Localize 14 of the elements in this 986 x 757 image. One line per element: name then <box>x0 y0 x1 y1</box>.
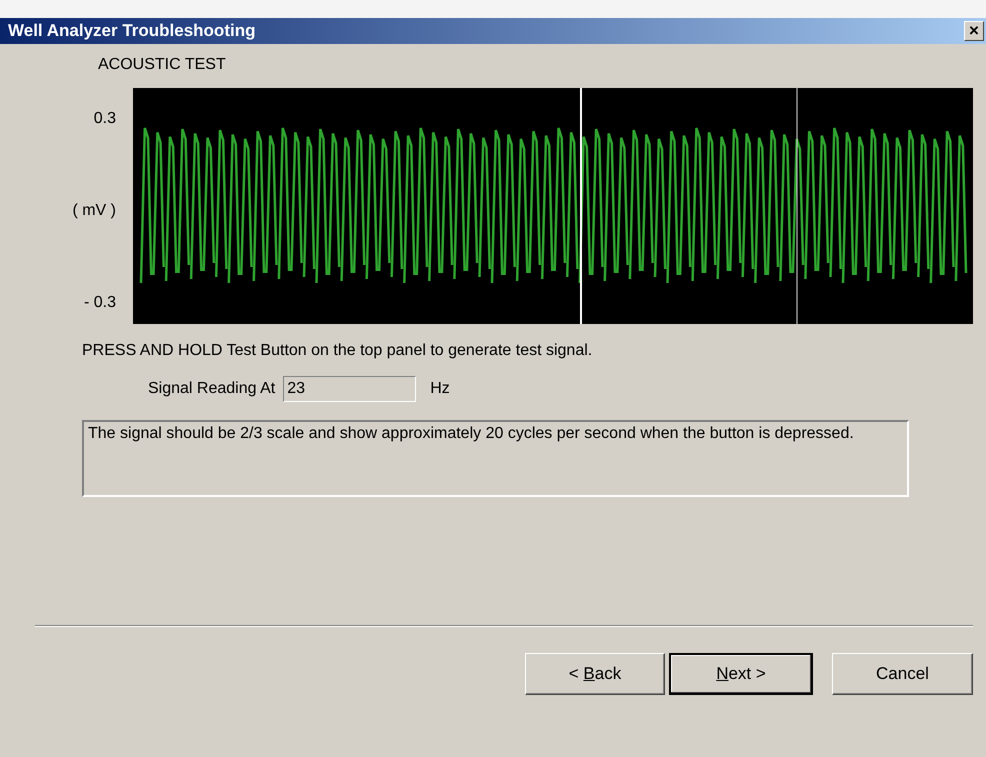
axis-label: 0.3 <box>94 110 116 128</box>
window-title: Well Analyzer Troubleshooting <box>8 21 256 41</box>
reading-field[interactable]: 23 <box>283 376 416 402</box>
axis-unit: ( mV ) <box>72 202 116 220</box>
wizard-button[interactable]: < Back <box>525 653 665 695</box>
instruction-text: PRESS AND HOLD Test Button on the top panel to generate test signal. <box>82 342 594 360</box>
unit-label: Hz <box>430 380 450 398</box>
close-button[interactable]: × <box>964 21 984 41</box>
reading-label: Signal Reading At <box>148 380 276 398</box>
section-title: ACOUSTIC TEST <box>98 56 227 74</box>
note-text: The signal should be 2/3 scale and show approximately 20 cycles per second when the button is depressed. <box>82 420 909 497</box>
wizard-button[interactable]: Cancel <box>832 653 973 695</box>
wizard-button[interactable]: Next > <box>669 653 813 695</box>
axis-label: - 0.3 <box>84 294 116 312</box>
